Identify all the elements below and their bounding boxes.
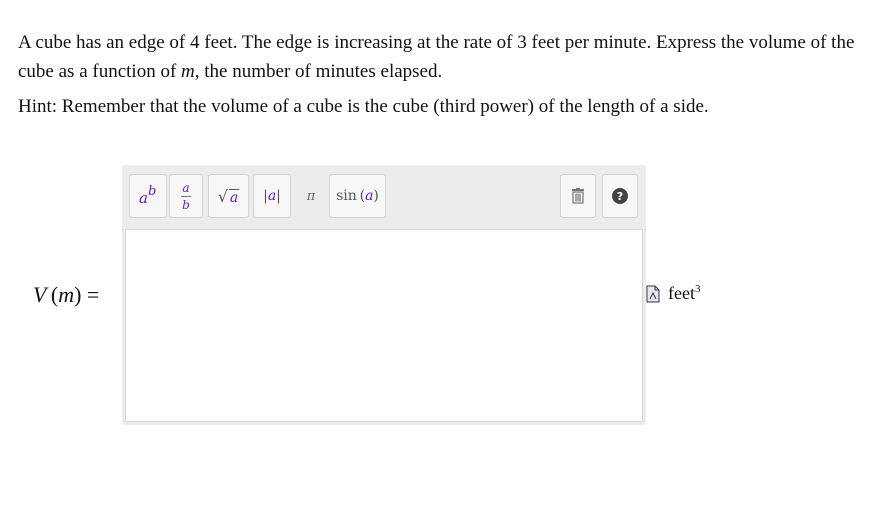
- fraction-button[interactable]: a b: [169, 174, 203, 218]
- math-editor: a b a b √ a |a| π sin (a) ?: [122, 165, 646, 425]
- unit-label: feet3: [646, 283, 700, 304]
- sin-button[interactable]: sin (a): [329, 174, 386, 218]
- pi-button[interactable]: π: [294, 174, 328, 218]
- unit-picker-icon[interactable]: [646, 285, 660, 303]
- unit-text: feet3: [668, 283, 701, 303]
- trash-icon: [572, 188, 584, 204]
- answer-input[interactable]: [125, 229, 643, 422]
- function-label: V (m) =: [33, 282, 100, 307]
- problem-text: A cube has an edge of 4 feet. The edge i…: [18, 28, 863, 121]
- help-icon: ?: [612, 188, 628, 204]
- math-toolbar: a b a b √ a |a| π sin (a) ?: [122, 165, 646, 227]
- help-button[interactable]: ?: [602, 174, 638, 218]
- trash-button[interactable]: [560, 174, 596, 218]
- hint-text: Hint: Remember that the volume of a cube…: [18, 96, 709, 117]
- problem-statement: A cube has an edge of 4 feet. The edge i…: [18, 32, 855, 82]
- sqrt-button[interactable]: √ a: [208, 174, 249, 218]
- power-button[interactable]: a b: [129, 174, 167, 218]
- absolute-value-button[interactable]: |a|: [253, 174, 291, 218]
- variable-m: m: [181, 61, 195, 82]
